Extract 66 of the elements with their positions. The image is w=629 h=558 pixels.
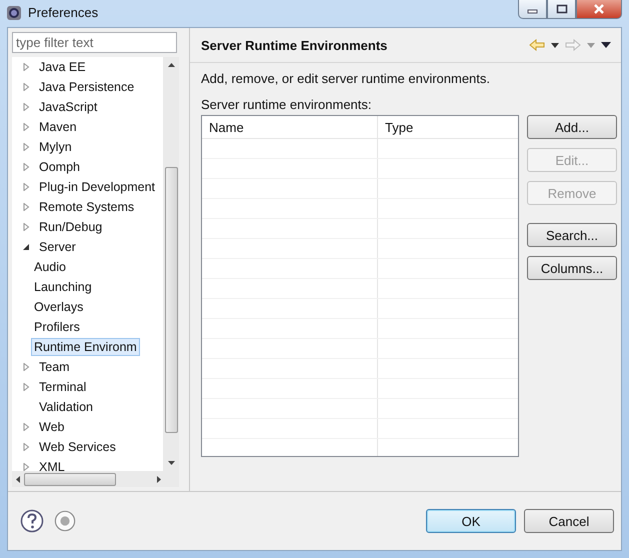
expand-icon[interactable] [22,383,30,391]
record-icon[interactable] [54,510,76,532]
tree-item[interactable]: Runtime Environm [31,338,140,356]
column-header[interactable]: Name [202,116,378,138]
menu-icon[interactable] [601,42,611,48]
expand-icon[interactable] [22,163,30,171]
expand-icon[interactable] [22,423,30,431]
side-button[interactable]: Search... [527,223,617,247]
tree-item[interactable]: Maven [36,118,80,136]
horizontal-scrollbar[interactable] [12,471,179,487]
vertical-scrollbar[interactable] [163,57,179,471]
collapse-icon[interactable] [22,243,30,251]
tree-item[interactable]: Profilers [31,318,83,336]
maximize-button[interactable] [547,0,576,19]
tree-item[interactable]: XML [36,458,68,471]
tree-item[interactable]: Oomph [36,158,83,176]
tree-item[interactable]: Server [36,238,79,256]
runtime-table[interactable]: Name Type [201,115,519,457]
expand-icon[interactable] [22,183,30,191]
tree-item[interactable]: Java EE [36,58,89,76]
expand-icon[interactable] [22,443,30,451]
expand-icon[interactable] [22,203,30,211]
tree-item[interactable]: Web Services [36,438,119,456]
tree-item[interactable]: Launching [31,278,95,296]
back-arrow-icon[interactable] [529,39,545,51]
tree-item[interactable]: Java Persistence [36,78,138,96]
page-title: Server Runtime Environments [201,38,388,52]
window-title: Preferences [28,5,98,20]
scroll-right-icon[interactable] [157,476,161,482]
dropdown-icon[interactable] [551,42,559,48]
scroll-down-icon[interactable] [168,461,174,465]
dialog-button[interactable]: OK [426,509,516,533]
app-icon [6,4,22,20]
tree-item[interactable]: Audio [31,258,69,276]
filter-field[interactable]: type filter text [12,32,177,53]
tree-item[interactable]: Team [36,358,73,376]
tree-item[interactable]: Remote Systems [36,198,138,216]
expand-icon[interactable] [22,103,30,111]
scroll-left-icon[interactable] [16,476,20,482]
minimize-button[interactable] [518,0,547,19]
tree-item[interactable]: JavaScript [36,98,100,116]
tree-item[interactable]: Run/Debug [36,218,106,236]
tree-item[interactable]: Overlays [31,298,86,316]
close-icon [593,4,605,14]
column-header[interactable]: Type [378,116,518,138]
dialog-button[interactable]: Cancel [524,509,614,533]
tree-item[interactable]: Web [36,418,68,436]
expand-icon[interactable] [22,63,30,71]
tree-item[interactable]: Plug-in Development [36,178,158,196]
maximize-icon [556,4,568,14]
expand-icon[interactable] [22,83,30,91]
expand-icon[interactable] [22,363,30,371]
tree-item[interactable]: Mylyn [36,138,75,156]
close-button[interactable] [576,0,622,19]
tree-item[interactable]: Terminal [36,378,90,396]
help-icon[interactable] [20,509,44,533]
expand-icon[interactable] [22,123,30,131]
side-button[interactable]: Columns... [527,256,617,280]
description-text: Add, remove, or edit server runtime environments. [201,71,492,88]
scroll-up-icon[interactable] [168,63,174,67]
tree-item[interactable]: Validation [36,398,96,416]
table-label: Server runtime environments: [201,97,373,114]
forward-arrow-icon[interactable] [565,39,581,51]
expand-icon[interactable] [22,223,30,231]
expand-icon[interactable] [22,143,30,151]
side-button[interactable]: Add... [527,115,617,139]
